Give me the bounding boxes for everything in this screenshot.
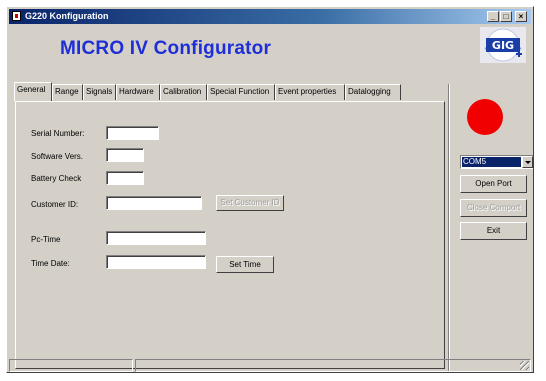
com-port-select[interactable]: COM5 xyxy=(460,155,533,169)
tab-special-function[interactable]: Special Function xyxy=(207,84,275,100)
status-pane xyxy=(135,359,531,372)
panel-divider xyxy=(448,84,450,372)
serial-number-field[interactable] xyxy=(106,126,159,140)
maximize-button[interactable]: □ xyxy=(500,11,512,22)
tab-label: Signals xyxy=(86,87,113,96)
tab-general[interactable]: General xyxy=(14,82,52,101)
close-comport-button[interactable]: Close Comport xyxy=(460,199,527,217)
pc-time-label: Pc-Time xyxy=(31,235,61,244)
tab-datalogging[interactable]: Datalogging xyxy=(345,84,401,100)
tab-label: General xyxy=(17,85,46,94)
software-version-label: Software Vers. xyxy=(31,152,84,161)
app-heading: MICRO IV Configurator xyxy=(60,38,272,59)
window-title: G220 Konfiguration xyxy=(25,11,109,21)
tab-label: Hardware xyxy=(119,87,154,96)
battery-check-label: Battery Check xyxy=(31,174,82,183)
com-port-value: COM5 xyxy=(462,157,521,167)
chevron-down-icon[interactable] xyxy=(522,156,533,168)
set-customer-id-button[interactable]: Set Customer ID xyxy=(216,195,284,211)
minimize-button[interactable]: _ xyxy=(487,11,499,22)
software-version-field[interactable] xyxy=(106,148,144,162)
customer-id-label: Customer ID: xyxy=(31,200,79,209)
tab-label: Event properties xyxy=(278,87,337,96)
exit-button[interactable]: Exit xyxy=(460,222,527,240)
status-bar xyxy=(9,359,531,372)
tab-hardware[interactable]: Hardware xyxy=(116,84,160,100)
tab-label: Datalogging xyxy=(348,87,391,96)
general-tab-panel: Serial Number: Software Vers. Battery Ch… xyxy=(15,101,445,369)
app-icon[interactable] xyxy=(12,11,21,21)
customer-id-field[interactable] xyxy=(106,196,202,210)
close-button[interactable]: × xyxy=(515,11,527,22)
time-date-field[interactable] xyxy=(106,255,206,269)
connection-status-indicator xyxy=(467,99,503,135)
company-logo: GIG xyxy=(480,27,526,63)
status-pane xyxy=(9,359,133,372)
tab-range[interactable]: Range xyxy=(52,84,83,100)
time-date-label: Time Date: xyxy=(31,259,70,268)
pc-time-field[interactable] xyxy=(106,231,206,245)
tab-signals[interactable]: Signals xyxy=(83,84,116,100)
battery-check-field[interactable] xyxy=(106,171,144,185)
main-window: G220 Konfiguration _ □ × MICRO IV Config… xyxy=(6,6,534,373)
tab-calibration[interactable]: Calibration xyxy=(160,84,207,100)
tab-event-properties[interactable]: Event properties xyxy=(275,84,345,100)
serial-number-label: Serial Number: xyxy=(31,129,85,138)
tab-label: Calibration xyxy=(163,87,202,96)
tab-label: Range xyxy=(55,87,79,96)
logo-text: GIG xyxy=(492,39,514,52)
tab-label: Special Function xyxy=(210,87,270,96)
title-bar[interactable]: G220 Konfiguration _ □ × xyxy=(9,9,531,24)
resize-grip-icon[interactable] xyxy=(520,361,529,370)
open-port-button[interactable]: Open Port xyxy=(460,175,527,193)
set-time-button[interactable]: Set Time xyxy=(216,256,274,273)
